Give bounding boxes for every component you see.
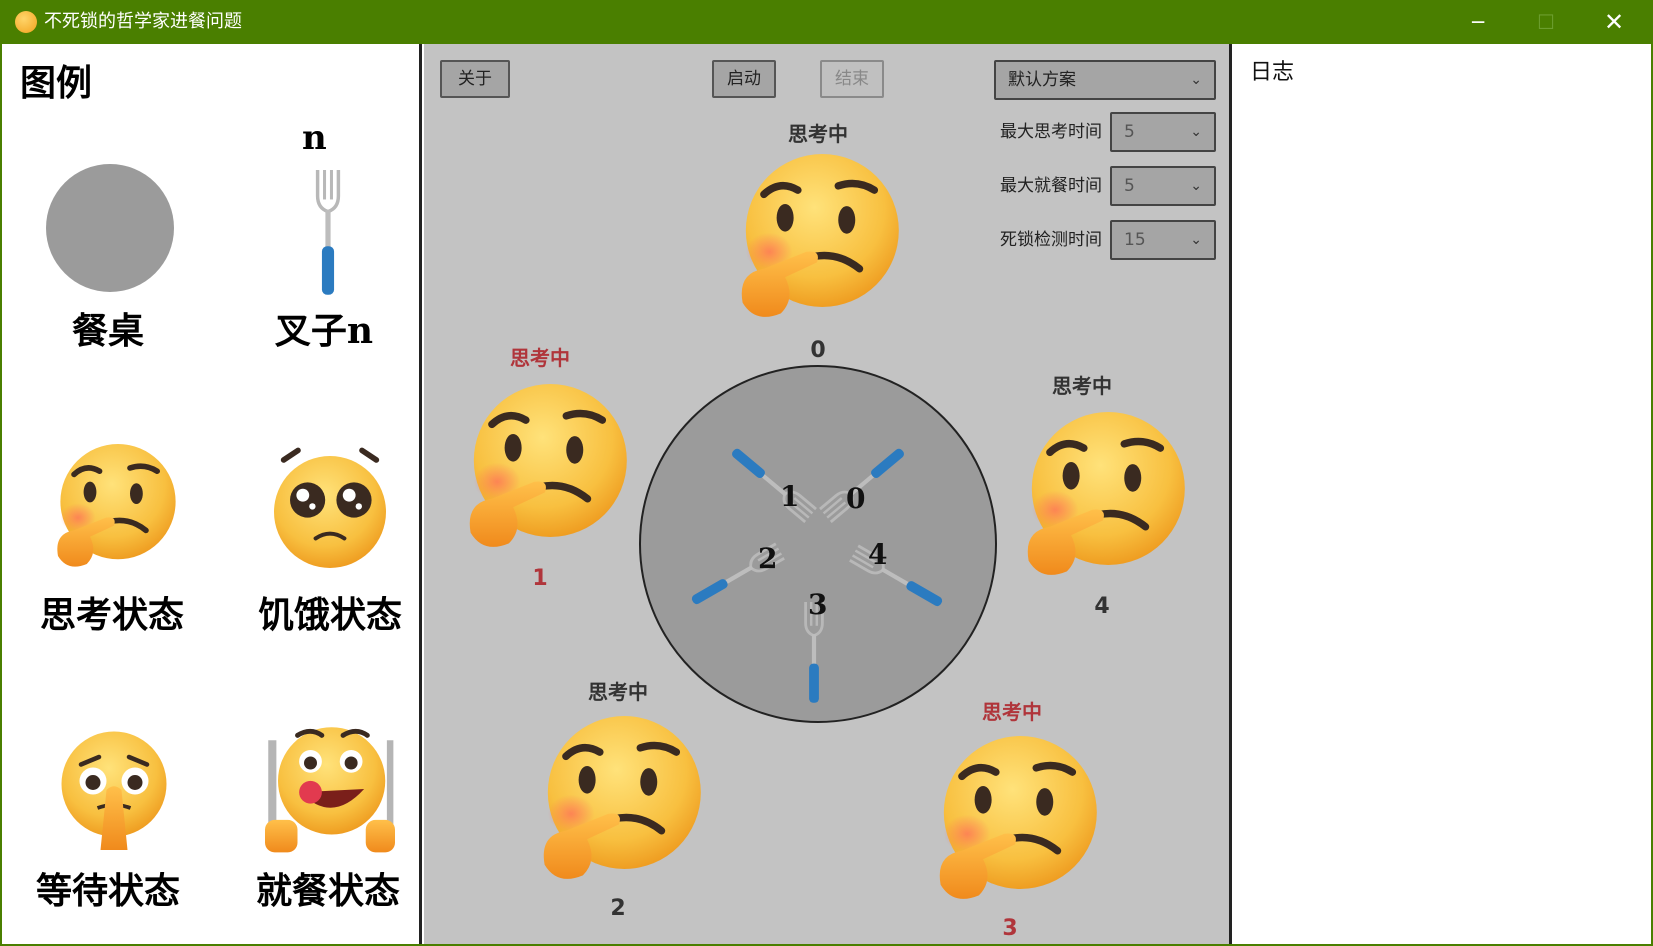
philosopher-4-id: 4	[1094, 594, 1110, 619]
max-think-value: 5	[1124, 122, 1135, 142]
simulation-panel: 关于 启动 结束 默认方案 ⌄ 最大思考时间 5 ⌄ 最大就餐时间 5 ⌄ 死锁…	[424, 44, 1232, 946]
chevron-down-icon: ⌄	[1190, 124, 1202, 140]
legend-thinking-label: 思考状态	[39, 594, 184, 636]
maximize-button[interactable]: ☐	[1513, 0, 1579, 44]
philosopher-3-id: 3	[1002, 916, 1018, 941]
philosopher-4-thinking-icon	[1018, 412, 1188, 582]
scheme-value: 默认方案	[1008, 70, 1076, 90]
window-title: 不死锁的哲学家进餐问题	[44, 11, 242, 32]
legend-panel: 图例 餐桌 n 叉子n 思考状态 饥饿状态 等待状态 就餐状态	[2, 44, 422, 944]
fork-0-label: 0	[846, 482, 865, 515]
max-think-label: 最大思考时间	[1000, 122, 1102, 142]
fork-1-label: 1	[780, 480, 799, 513]
log-panel[interactable]: 日志	[1234, 44, 1651, 944]
minimize-button[interactable]: ─	[1445, 0, 1511, 44]
philosopher-4-status: 思考中	[1052, 374, 1112, 398]
max-think-select[interactable]: 5 ⌄	[1110, 112, 1216, 152]
legend-hungry-label: 饥饿状态	[257, 594, 402, 636]
max-eat-value: 5	[1124, 176, 1135, 196]
close-button[interactable]: ✕	[1581, 0, 1647, 44]
legend-waiting-icon	[54, 726, 174, 854]
max-eat-label: 最大就餐时间	[1000, 176, 1102, 196]
chevron-down-icon: ⌄	[1190, 232, 1202, 248]
philosopher-3-thinking-icon	[930, 736, 1100, 906]
philosopher-2-id: 2	[610, 896, 626, 921]
legend-fork-icon	[315, 170, 341, 297]
chevron-down-icon: ⌄	[1190, 178, 1202, 194]
fork-2-label: 2	[758, 542, 777, 575]
scheme-select[interactable]: 默认方案 ⌄	[994, 60, 1216, 100]
max-eat-select[interactable]: 5 ⌄	[1110, 166, 1216, 206]
legend-thinking-icon	[50, 444, 178, 572]
philosopher-1-thinking-icon	[460, 384, 630, 554]
philosopher-2-thinking-icon	[534, 716, 704, 886]
fork-4-label: 4	[868, 538, 887, 571]
philosopher-0-id: 0	[810, 338, 826, 363]
chevron-down-icon: ⌄	[1190, 72, 1202, 88]
legend-eating-icon	[260, 724, 400, 854]
start-button[interactable]: 启动	[712, 60, 776, 98]
philosopher-0-thinking-icon	[732, 154, 902, 324]
legend-waiting-label: 等待状态	[35, 870, 180, 912]
dining-table: 0 1 2 3 4	[639, 365, 997, 723]
legend-eating-label: 就餐状态	[255, 870, 400, 912]
fork-3-label: 3	[808, 588, 827, 621]
deadlock-select[interactable]: 15 ⌄	[1110, 220, 1216, 260]
philosopher-1-id: 1	[532, 566, 548, 591]
deadlock-value: 15	[1124, 230, 1146, 250]
about-button[interactable]: 关于	[440, 60, 510, 98]
legend-fork-number: n	[302, 118, 327, 158]
philosopher-0-status: 思考中	[788, 122, 848, 146]
legend-title: 图例	[20, 63, 93, 104]
legend-hungry-icon	[266, 444, 394, 572]
app-icon	[15, 11, 37, 33]
legend-fork-label: 叉子n	[274, 310, 374, 352]
title-bar: 不死锁的哲学家进餐问题 ─ ☐ ✕	[0, 0, 1653, 44]
stop-button[interactable]: 结束	[820, 60, 884, 98]
deadlock-label: 死锁检测时间	[1000, 230, 1102, 250]
legend-table-label: 餐桌	[71, 310, 144, 352]
log-title: 日志	[1250, 60, 1295, 85]
philosopher-1-status: 思考中	[510, 346, 570, 370]
legend-table-icon	[46, 164, 174, 292]
